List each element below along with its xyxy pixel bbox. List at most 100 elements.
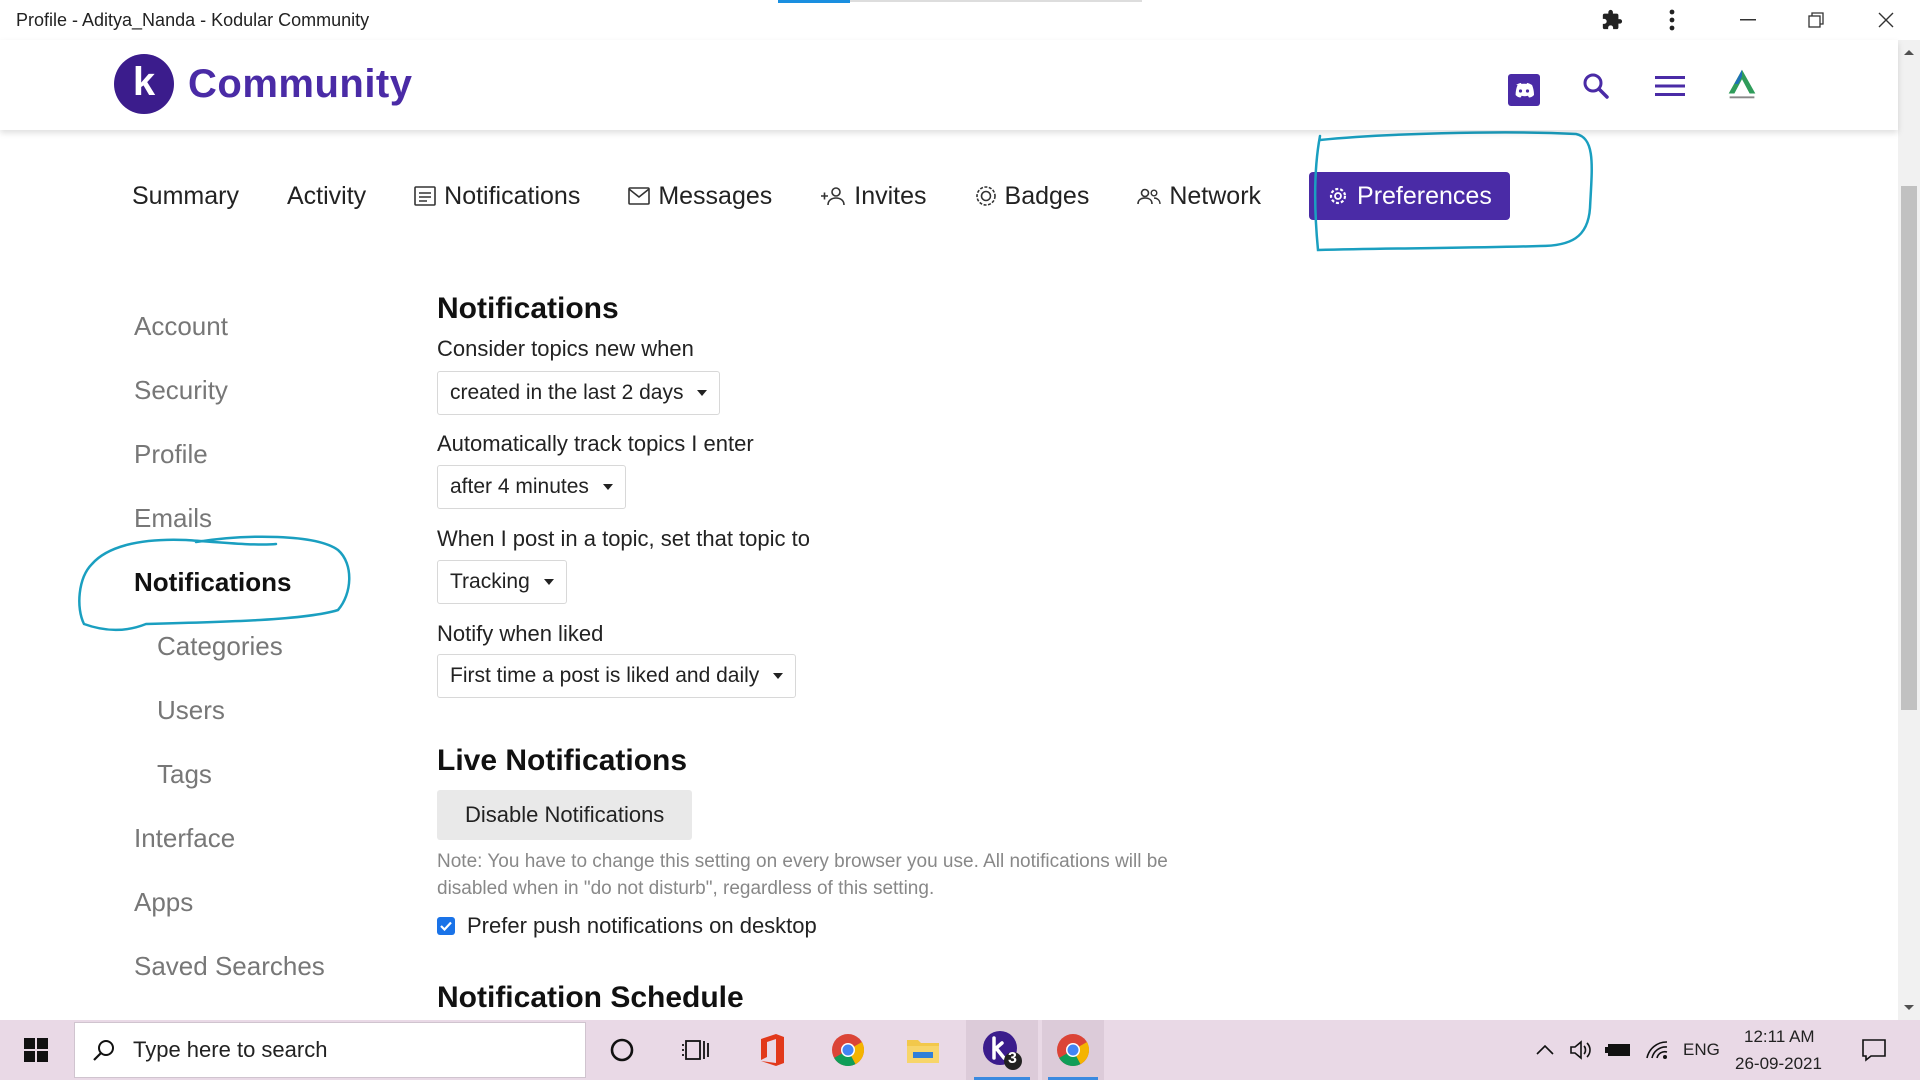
tab-badges[interactable]: Badges <box>975 181 1090 211</box>
select-value: after 4 minutes <box>450 475 589 498</box>
user-avatar[interactable] <box>1722 64 1762 104</box>
live-notifications-heading: Live Notifications <box>437 744 688 777</box>
taskbar: Type here to search 3 ENG 12:11 AM 26-09… <box>0 1020 1920 1080</box>
select-value: Tracking <box>450 570 530 593</box>
notify-liked-label: Notify when liked <box>437 621 604 646</box>
users-icon <box>1137 188 1162 205</box>
notification-center-icon[interactable] <box>1852 1020 1896 1080</box>
notification-badge-count: 3 <box>1008 1050 1017 1067</box>
search-placeholder: Type here to search <box>133 1037 328 1062</box>
sidebar-item-categories[interactable]: Categories <box>157 631 283 662</box>
prefer-push-checkbox[interactable] <box>437 917 455 935</box>
sidebar-item-notifications[interactable]: Notifications <box>134 567 291 598</box>
tab-label: Network <box>1169 181 1262 210</box>
search-icon[interactable] <box>1576 66 1616 106</box>
page-load-indicator <box>778 0 850 3</box>
more-vertical-icon[interactable] <box>1652 4 1692 36</box>
tab-label: Messages <box>658 181 773 210</box>
tab-notifications[interactable]: Notifications <box>414 182 580 211</box>
user-plus-icon <box>821 187 846 206</box>
sidebar-item-users[interactable]: Users <box>157 695 225 726</box>
prefer-push-row[interactable]: Prefer push notifications on desktop <box>437 913 817 939</box>
notification-schedule-heading: Notification Schedule <box>437 981 744 1014</box>
sidebar-item-interface[interactable]: Interface <box>134 823 235 854</box>
checkmark-icon <box>440 921 452 931</box>
tab-label: Notifications <box>444 181 581 210</box>
battery-icon[interactable] <box>1602 1020 1636 1080</box>
tab-label: Badges <box>1004 181 1090 210</box>
notification-list-icon <box>414 186 436 206</box>
tab-messages[interactable]: Messages <box>628 182 772 211</box>
tab-label: Activity <box>286 181 367 210</box>
office-app-icon[interactable] <box>746 1020 798 1080</box>
restore-icon[interactable] <box>1796 4 1836 36</box>
kodular-taskbar-app[interactable]: 3 <box>966 1020 1038 1080</box>
auto-track-label: Automatically track topics I enter <box>437 431 754 456</box>
chevron-down-icon <box>543 579 554 585</box>
logo-text: Community <box>188 61 413 106</box>
consider-new-select[interactable]: created in the last 2 days <box>437 371 721 415</box>
post-in-topic-select[interactable]: Tracking <box>437 560 567 604</box>
cortana-icon[interactable] <box>598 1020 646 1080</box>
prefer-push-label: Prefer push notifications on desktop <box>467 913 817 938</box>
envelope-icon <box>628 187 651 205</box>
tab-label: Invites <box>854 181 927 210</box>
scroll-down-arrow-icon[interactable] <box>1904 1002 1914 1012</box>
chevron-down-icon <box>773 673 784 679</box>
disable-notifications-button[interactable]: Disable Notifications <box>437 790 693 840</box>
badge-icon <box>975 186 996 206</box>
discord-icon[interactable] <box>1504 70 1544 110</box>
logo-badge: k <box>114 54 174 114</box>
wifi-icon[interactable] <box>1640 1020 1674 1080</box>
volume-icon[interactable] <box>1566 1020 1596 1080</box>
window-titlebar: Profile - Aditya_Nanda - Kodular Communi… <box>0 0 1920 40</box>
tab-invites[interactable]: Invites <box>820 181 927 211</box>
windows-start-icon[interactable] <box>14 1020 58 1080</box>
tab-label: Summary <box>132 181 239 210</box>
tab-preferences[interactable]: Preferences <box>1309 172 1510 220</box>
clock-time[interactable]: 12:11 AM <box>1744 1027 1815 1047</box>
file-explorer-icon[interactable] <box>896 1020 950 1080</box>
puzzle-icon[interactable] <box>1592 4 1632 36</box>
tab-network[interactable]: Network <box>1137 182 1261 211</box>
chevron-down-icon <box>602 484 613 490</box>
scrollbar-thumb[interactable] <box>1901 186 1917 710</box>
scroll-up-arrow-icon[interactable] <box>1904 48 1914 58</box>
live-notifications-note: Note: You have to change this setting on… <box>437 851 1168 899</box>
tab-activity[interactable]: Activity <box>287 182 366 211</box>
taskbar-search-input[interactable]: Type here to search <box>74 1022 586 1078</box>
tab-summary[interactable]: Summary <box>132 182 239 211</box>
page-load-track <box>850 0 1142 2</box>
post-in-topic-label: When I post in a topic, set that topic t… <box>437 526 810 551</box>
sidebar-item-security[interactable]: Security <box>134 375 228 406</box>
minimize-icon[interactable] <box>1728 4 1768 36</box>
auto-track-select[interactable]: after 4 minutes <box>437 465 626 509</box>
sidebar-item-saved-searches[interactable]: Saved Searches <box>134 951 325 982</box>
tab-label: Preferences <box>1357 181 1492 210</box>
tray-expand-chevron-icon[interactable] <box>1530 1020 1560 1080</box>
select-value: First time a post is liked and daily <box>450 664 760 687</box>
close-icon[interactable] <box>1866 4 1906 36</box>
sidebar-item-tags[interactable]: Tags <box>157 759 212 790</box>
sidebar-item-account[interactable]: Account <box>134 311 228 342</box>
page-scrollbar[interactable] <box>1898 40 1920 1020</box>
select-value: created in the last 2 days <box>450 381 684 404</box>
sidebar-item-profile[interactable]: Profile <box>134 439 208 470</box>
site-header: k Community <box>0 40 1898 130</box>
logo-letter: k <box>132 60 156 104</box>
notify-liked-select[interactable]: First time a post is liked and daily <box>437 654 797 698</box>
sidebar-item-emails[interactable]: Emails <box>134 503 212 534</box>
task-view-icon[interactable] <box>670 1020 722 1080</box>
consider-new-label: Consider topics new when <box>437 336 694 361</box>
chrome-taskbar-app[interactable] <box>1042 1020 1104 1080</box>
language-indicator[interactable]: ENG <box>1683 1040 1720 1060</box>
chrome-icon[interactable] <box>822 1020 874 1080</box>
notifications-heading: Notifications <box>437 292 619 325</box>
hamburger-menu-icon[interactable] <box>1650 66 1690 106</box>
search-icon <box>93 1040 114 1061</box>
clock-date[interactable]: 26-09-2021 <box>1735 1054 1822 1074</box>
sidebar-item-apps[interactable]: Apps <box>134 887 193 918</box>
window-title: Profile - Aditya_Nanda - Kodular Communi… <box>16 10 370 30</box>
site-logo[interactable]: k Community <box>114 54 413 114</box>
profile-nav: Summary Activity Notifications Messages … <box>132 172 1510 220</box>
